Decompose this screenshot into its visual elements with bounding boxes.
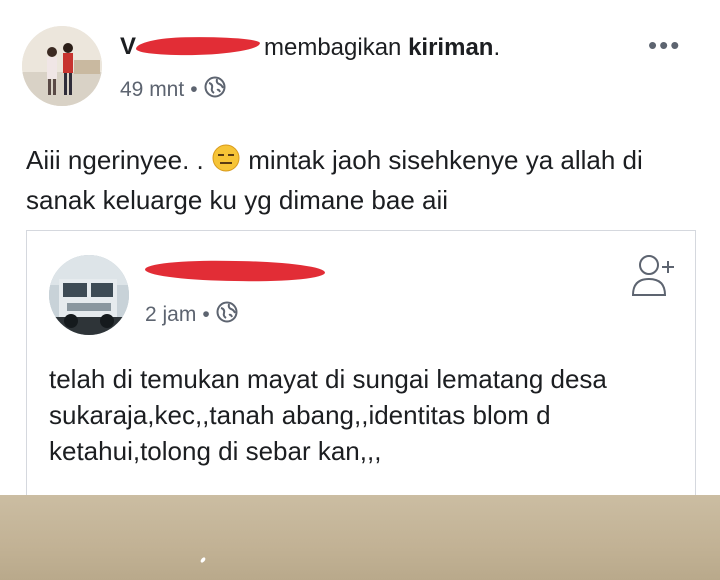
expressionless-face-icon	[211, 143, 241, 182]
meta-separator: •	[202, 303, 210, 326]
more-options-icon[interactable]: •••	[648, 30, 681, 61]
action-object[interactable]: kiriman	[408, 34, 493, 61]
post-time[interactable]: 49 mnt	[120, 78, 184, 102]
background-photo-strip	[0, 495, 720, 580]
redaction-mark	[144, 259, 326, 283]
action-text: membagikan	[264, 34, 409, 61]
shared-author-name[interactable]	[144, 259, 326, 283]
author-initial: V	[120, 33, 137, 60]
globe-icon	[216, 301, 238, 329]
meta-separator: •	[190, 78, 198, 101]
redaction-mark	[135, 35, 261, 57]
post-header-line: V membagikan kiriman.	[120, 33, 501, 62]
shared-post-card[interactable]: 2 jam • telah di temukan mayat di sungai…	[26, 230, 696, 495]
globe-icon	[204, 76, 226, 104]
author-name[interactable]: V	[120, 33, 261, 60]
facebook-post: V membagikan kiriman. ••• 49 mnt • Aiii …	[0, 0, 720, 495]
add-friend-icon[interactable]	[629, 251, 679, 301]
shared-post-meta: 2 jam •	[145, 301, 238, 329]
post-text-part-1: Aiii ngerinyee. .	[26, 145, 211, 175]
author-avatar[interactable]	[22, 26, 102, 106]
action-end: .	[493, 34, 501, 61]
post-text: Aiii ngerinyee. . mintak jaoh sisehkenye…	[26, 142, 696, 218]
post-meta: 49 mnt •	[120, 76, 226, 104]
shared-author-avatar[interactable]	[49, 255, 129, 335]
shared-post-text: telah di temukan mayat di sungai lematan…	[49, 364, 607, 466]
shared-post-time[interactable]: 2 jam	[145, 303, 196, 327]
